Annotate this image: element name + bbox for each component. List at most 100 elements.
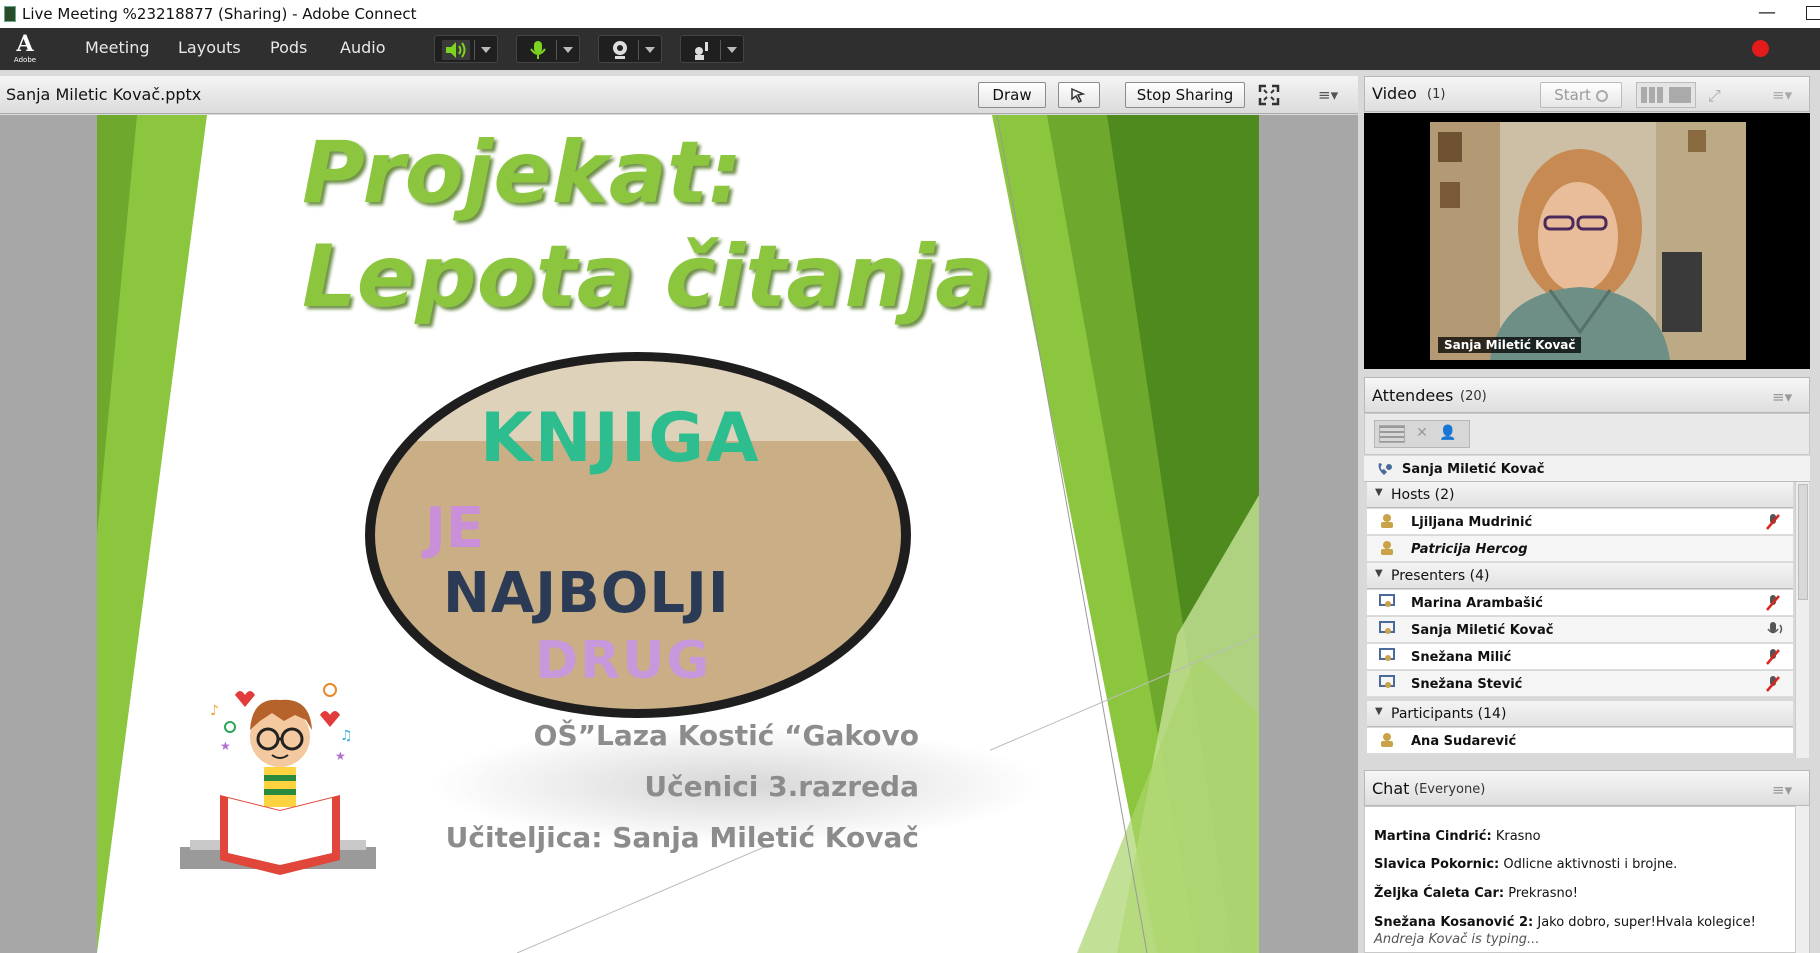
video-layout-toggle[interactable] xyxy=(1636,82,1696,108)
book-card-image: KNJIGA JE NAJBOLJI DRUG xyxy=(375,361,901,709)
attendee-row[interactable]: Sanja Miletić Kovač xyxy=(1367,617,1793,643)
attendee-me-name: Sanja Miletić Kovač xyxy=(1402,462,1545,477)
card-word-najbolji: NAJBOLJI xyxy=(443,561,730,626)
reading-boy-illustration: ♪ ♫ ★ ★ xyxy=(180,683,376,875)
menu-pods[interactable]: Pods xyxy=(270,38,307,57)
slide-students: Učenici 3.razreda xyxy=(644,770,919,803)
mic-speaking-icon xyxy=(1765,621,1785,643)
microphone-button[interactable] xyxy=(516,35,580,63)
svg-text:♪: ♪ xyxy=(210,703,219,719)
chat-pod-title: Chat xyxy=(1372,779,1410,798)
video-pod-title: Video xyxy=(1372,84,1417,103)
group-presenters[interactable]: ▼ Presenters (4) xyxy=(1367,563,1793,589)
group-presenters-label: Presenters (4) xyxy=(1391,568,1490,584)
chat-message: Snežana Kosanović 2: Jako dobro, super!H… xyxy=(1374,915,1756,930)
chat-message: Željka Ćaleta Car: Prekrasno! xyxy=(1374,886,1578,901)
attendee-row[interactable]: Ana Sudarević xyxy=(1367,728,1793,754)
speaker-icon xyxy=(442,40,470,60)
attendee-name: Snežana Stević xyxy=(1411,677,1523,692)
microphone-icon xyxy=(530,41,546,59)
minimize-icon[interactable]: — xyxy=(1758,2,1776,23)
mic-muted-icon xyxy=(1765,648,1781,670)
attendee-name: Ljiljana Mudrinić xyxy=(1411,515,1533,530)
chat-text: Jako dobro, super!Hvala kolegice! xyxy=(1537,915,1756,930)
app-icon xyxy=(4,6,16,22)
attendee-row[interactable]: Snežana Stević xyxy=(1367,671,1793,697)
slide-teacher: Učiteljica: Sanja Miletić Kovač xyxy=(445,821,919,854)
share-pod-menu-icon[interactable]: ≡▾ xyxy=(1318,86,1338,104)
attendees-pod-count: (20) xyxy=(1460,389,1487,404)
attendee-name: Ana Sudarević xyxy=(1411,734,1517,749)
menu-audio[interactable]: Audio xyxy=(340,38,385,57)
grid-icon xyxy=(1641,87,1663,103)
card-word-je: JE xyxy=(425,496,485,561)
collapse-triangle-icon: ▼ xyxy=(1375,568,1383,579)
phone-icon xyxy=(1378,463,1392,475)
window-title: Live Meeting %23218877 (Sharing) - Adobe… xyxy=(22,5,417,23)
attendee-row[interactable]: Patricija Hercog xyxy=(1367,536,1793,562)
raise-hand-button[interactable] xyxy=(680,35,744,63)
chat-pod-scope: (Everyone) xyxy=(1414,782,1486,797)
chat-message: Martina Cindrić: Krasno xyxy=(1374,829,1541,844)
webcam-button[interactable] xyxy=(598,35,662,63)
attendee-name: Patricija Hercog xyxy=(1411,542,1528,557)
attendees-pod-menu-icon[interactable]: ≡▾ xyxy=(1772,388,1792,406)
chat-author: Željka Ćaleta Car: xyxy=(1374,886,1505,901)
collapse-triangle-icon: ▼ xyxy=(1375,706,1383,717)
attendees-scrollbar[interactable] xyxy=(1795,482,1809,758)
host-icon xyxy=(1379,540,1395,556)
video-start-button[interactable]: Start xyxy=(1540,82,1622,108)
grid-view-icon[interactable]: ✕ xyxy=(1411,425,1433,443)
chat-text: Krasno xyxy=(1495,829,1541,844)
fullscreen-icon[interactable] xyxy=(1258,84,1280,110)
group-participants[interactable]: ▼ Participants (14) xyxy=(1367,701,1793,727)
menu-meeting[interactable]: Meeting xyxy=(85,38,150,57)
attendee-me-row[interactable]: Sanja Miletić Kovač xyxy=(1364,456,1810,482)
pointer-icon xyxy=(1071,87,1086,104)
slide-title-line2: Lepota čitanja xyxy=(302,227,994,327)
presenter-icon xyxy=(1379,621,1397,641)
attendee-row[interactable]: Ljiljana Mudrinić xyxy=(1367,509,1793,535)
video-pod-menu-icon[interactable]: ≡▾ xyxy=(1772,86,1792,104)
draw-button[interactable]: Draw xyxy=(978,82,1046,108)
attendee-row[interactable]: Snežana Milić xyxy=(1367,644,1793,670)
svg-text:★: ★ xyxy=(335,749,346,763)
attendees-pod-title: Attendees xyxy=(1372,386,1454,405)
group-hosts[interactable]: ▼ Hosts (2) xyxy=(1367,482,1793,508)
window-titlebar: Live Meeting %23218877 (Sharing) - Adobe… xyxy=(0,0,1820,28)
attendee-name: Marina Arambašić xyxy=(1411,596,1543,611)
chat-author: Snežana Kosanović 2: xyxy=(1374,915,1534,930)
participant-icon xyxy=(1379,732,1395,748)
stop-sharing-button[interactable]: Stop Sharing xyxy=(1125,82,1245,108)
attendees-view-buttons: ✕ 👤 xyxy=(1374,420,1470,448)
speaker-button[interactable] xyxy=(434,35,498,63)
card-word-drug: DRUG xyxy=(535,631,712,691)
attendee-name: Snežana Milić xyxy=(1411,650,1512,665)
presentation-slide: Projekat: Lepota čitanja KNJIGA JE NAJBO… xyxy=(97,115,1259,953)
single-view-icon xyxy=(1669,87,1691,103)
chat-author: Slavica Pokornic: xyxy=(1374,857,1500,872)
adobe-logo: A Adobe xyxy=(13,31,37,64)
list-view-icon[interactable] xyxy=(1379,425,1405,443)
attendee-row[interactable]: Marina Arambašić xyxy=(1367,590,1793,616)
person-view-icon[interactable]: 👤 xyxy=(1439,425,1465,443)
presenter-icon xyxy=(1379,675,1397,695)
presenter-icon xyxy=(1379,648,1397,668)
chat-scrollbar[interactable] xyxy=(1795,806,1809,953)
attendees-scroll-thumb[interactable] xyxy=(1798,484,1808,600)
video-pod-count: (1) xyxy=(1427,87,1446,102)
webcam-small-icon xyxy=(1595,89,1608,102)
chat-text: Odlicne aktivnosti i brojne. xyxy=(1503,857,1678,872)
chat-pod-menu-icon[interactable]: ≡▾ xyxy=(1772,781,1792,799)
svg-text:★: ★ xyxy=(220,739,231,753)
share-document-title: Sanja Miletic Kovač.pptx xyxy=(6,85,202,104)
host-icon xyxy=(1379,513,1395,529)
pointer-button[interactable] xyxy=(1058,82,1100,108)
mic-muted-icon xyxy=(1765,675,1781,697)
collapse-triangle-icon: ▼ xyxy=(1375,487,1383,498)
menu-layouts[interactable]: Layouts xyxy=(178,38,241,57)
chat-text: Prekrasno! xyxy=(1508,886,1578,901)
video-fullscreen-icon[interactable]: ⤢ xyxy=(1708,86,1721,106)
maximize-icon[interactable] xyxy=(1806,6,1820,20)
recording-indicator-icon[interactable] xyxy=(1752,40,1769,57)
